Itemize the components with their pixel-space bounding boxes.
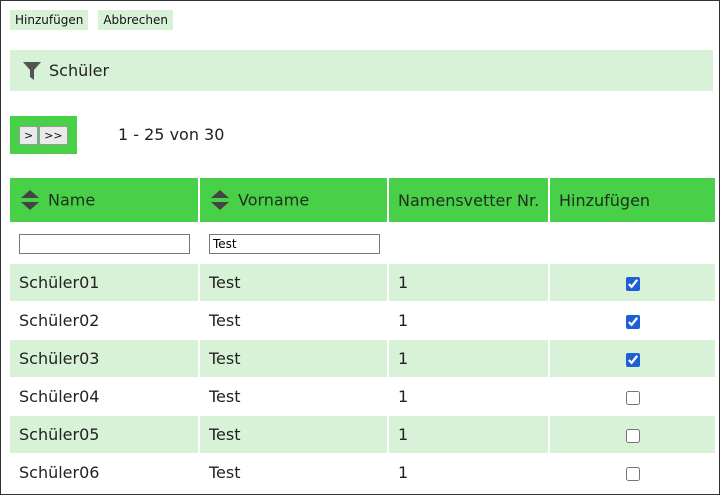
add-checkbox-cell — [548, 263, 715, 302]
cancel-button[interactable]: Abbrechen — [98, 10, 173, 30]
add-checkbox-cell — [548, 301, 715, 340]
vorname-cell: Test — [198, 301, 388, 340]
filter-panel-header[interactable]: Schüler — [10, 50, 713, 91]
table-row[interactable]: Schüler02 Test 1 — [10, 301, 715, 340]
filter-row — [10, 222, 715, 264]
filter-icon[interactable] — [22, 60, 42, 82]
name-cell: Schüler05 — [10, 415, 199, 454]
namensvetter-cell: 1 — [387, 339, 549, 378]
dialog-frame: Hinzufügen Abbrechen Schüler > >> 1 - 25… — [0, 0, 720, 495]
table-row[interactable]: Schüler03 Test 1 — [10, 339, 715, 378]
sort-icon[interactable] — [210, 189, 230, 211]
namensvetter-cell: 1 — [387, 301, 549, 340]
vorname-cell: Test — [198, 263, 388, 302]
add-checkbox[interactable] — [625, 276, 640, 291]
name-cell: Schüler03 — [10, 339, 199, 378]
add-checkbox-cell — [548, 453, 715, 491]
vorname-cell: Test — [198, 339, 388, 378]
add-button[interactable]: Hinzufügen — [10, 10, 89, 30]
filter-panel-title: Schüler — [49, 61, 110, 80]
table-row[interactable]: Schüler04 Test 1 — [10, 377, 715, 416]
vorname-cell: Test — [198, 377, 388, 416]
vorname-filter-input[interactable] — [209, 233, 380, 254]
column-header-hinzufuegen: Hinzufügen — [548, 178, 715, 223]
next-page-button[interactable]: > — [19, 125, 39, 145]
table-row[interactable]: Schüler05 Test 1 — [10, 415, 715, 454]
pagination: > >> — [10, 116, 77, 154]
namensvetter-cell: 1 — [387, 415, 549, 454]
vorname-cell: Test — [198, 415, 388, 454]
add-checkbox-cell — [548, 415, 715, 454]
column-header-vorname[interactable]: Vorname — [198, 178, 388, 223]
name-cell: Schüler06 — [10, 453, 199, 491]
column-header-namensvetter: Namensvetter Nr. — [387, 178, 549, 223]
filter-cell — [548, 222, 715, 264]
table-row[interactable]: Schüler06 Test 1 — [10, 453, 715, 491]
toolbar: Hinzufügen Abbrechen — [10, 10, 173, 30]
column-label: Vorname — [238, 190, 310, 210]
add-checkbox[interactable] — [625, 314, 640, 329]
filter-cell — [10, 222, 199, 264]
add-checkbox[interactable] — [625, 428, 640, 443]
name-cell: Schüler04 — [10, 377, 199, 416]
filter-cell — [198, 222, 388, 264]
vorname-cell: Test — [198, 453, 388, 491]
column-header-name[interactable]: Name — [10, 178, 199, 223]
student-table: Name Vorname Namensvetter Nr. Hinzufügen — [10, 178, 715, 491]
column-label: Namensvetter Nr. — [398, 191, 540, 210]
last-page-button[interactable]: >> — [39, 125, 68, 145]
table-row[interactable]: Schüler01 Test 1 — [10, 263, 715, 302]
name-cell: Schüler01 — [10, 263, 199, 302]
add-checkbox[interactable] — [625, 390, 640, 405]
sort-icon[interactable] — [20, 189, 40, 211]
add-checkbox-cell — [548, 377, 715, 416]
page-range-text: 1 - 25 von 30 — [118, 125, 225, 144]
namensvetter-cell: 1 — [387, 377, 549, 416]
add-checkbox-cell — [548, 339, 715, 378]
add-checkbox[interactable] — [625, 466, 640, 481]
namensvetter-cell: 1 — [387, 263, 549, 302]
table-header-row: Name Vorname Namensvetter Nr. Hinzufügen — [10, 178, 715, 223]
name-cell: Schüler02 — [10, 301, 199, 340]
column-label: Hinzufügen — [559, 191, 651, 210]
column-label: Name — [48, 190, 96, 210]
filter-cell — [387, 222, 549, 264]
add-checkbox[interactable] — [625, 352, 640, 367]
name-filter-input[interactable] — [19, 233, 190, 254]
namensvetter-cell: 1 — [387, 453, 549, 491]
